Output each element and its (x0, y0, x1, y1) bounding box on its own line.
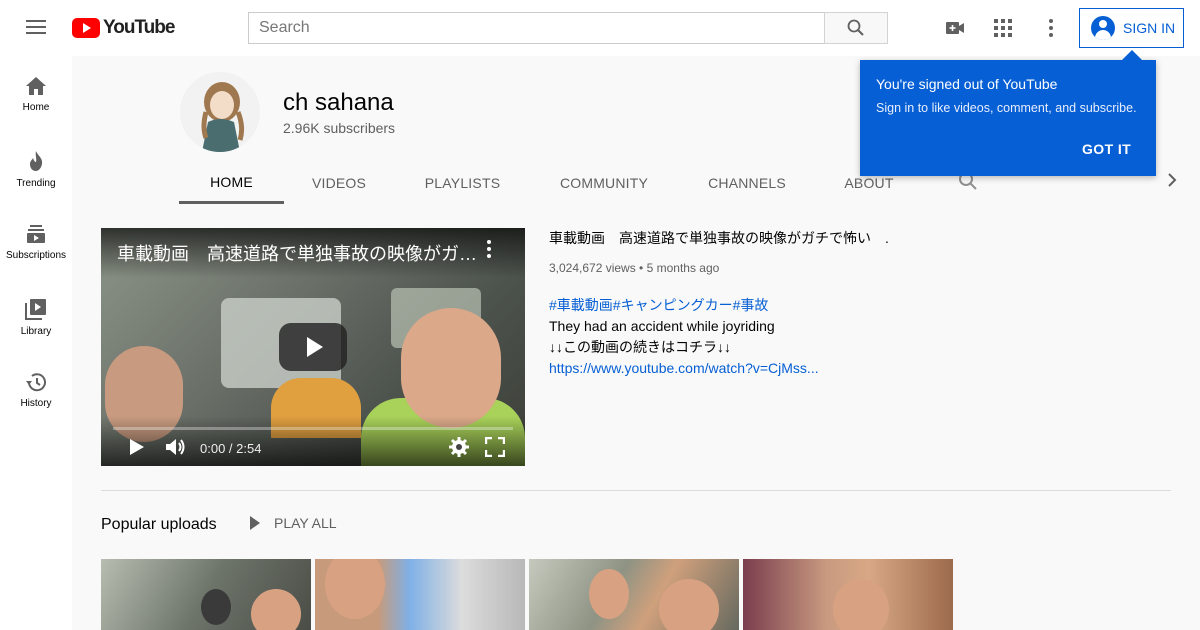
subscriptions-icon (27, 225, 45, 243)
hamburger-menu-icon[interactable] (20, 16, 52, 40)
home-icon (26, 77, 46, 95)
featured-video-description: #車載動画#キャンピングカー#事故 They had an accident w… (549, 295, 819, 379)
gear-icon[interactable] (449, 437, 469, 457)
search-button[interactable] (824, 12, 888, 44)
video-thumbnail[interactable] (101, 559, 311, 630)
youtube-logo-icon (72, 18, 100, 38)
tab-home[interactable]: HOME (179, 162, 284, 204)
sidebar-item-library[interactable]: Library (0, 278, 72, 352)
sidebar-item-label: Home (22, 102, 50, 113)
channel-avatar[interactable] (180, 72, 260, 152)
tab-channels[interactable]: CHANNELS (677, 162, 817, 204)
search-input[interactable] (248, 12, 824, 44)
account-circle-icon (1091, 16, 1115, 40)
description-line: They had an accident while joyriding (549, 318, 775, 334)
volume-icon[interactable] (165, 437, 187, 457)
sign-in-button[interactable]: SIGN IN (1079, 8, 1184, 48)
video-frame-person (401, 308, 501, 428)
apps-grid-icon[interactable] (991, 16, 1015, 40)
description-link[interactable]: https://www.youtube.com/watch?v=CjMss... (549, 360, 819, 376)
thumbnail-person (325, 559, 385, 619)
sidebar: Home Trending Subscriptions Library Hist… (0, 56, 72, 630)
thumbnail-person (833, 579, 889, 630)
sidebar-item-label: Library (20, 326, 52, 337)
video-thumbnail[interactable] (529, 559, 739, 630)
create-video-icon[interactable] (943, 16, 967, 40)
featured-video-player[interactable]: 車載動画 高速道路で単独事故の映像がガチで怖い . 0:00 / 2:54 (101, 228, 525, 466)
thumbnail-person (589, 569, 629, 619)
sidebar-item-label: History (20, 398, 52, 409)
sidebar-item-subscriptions[interactable]: Subscriptions (0, 204, 72, 278)
player-more-icon[interactable] (487, 240, 491, 258)
settings-more-icon[interactable] (1039, 16, 1063, 40)
thumbnail-person (251, 589, 301, 630)
play-icon (250, 516, 260, 530)
sidebar-item-trending[interactable]: Trending (0, 130, 72, 204)
tab-playlists[interactable]: PLAYLISTS (394, 162, 531, 204)
sidebar-item-home[interactable]: Home (0, 56, 72, 130)
popup-title: You're signed out of YouTube (876, 76, 1058, 92)
player-title[interactable]: 車載動画 高速道路で単独事故の映像がガチで怖い . (117, 240, 477, 266)
main-content: 車載動画 高速道路で単独事故の映像がガチで怖い . 0:00 / 2:54 車載… (72, 204, 1200, 630)
tab-community[interactable]: COMMUNITY (531, 162, 677, 204)
description-line: ↓↓この動画の続きはコチラ↓↓ (549, 339, 731, 355)
play-all-button[interactable]: PLAY ALL (246, 515, 337, 531)
logo-text: YouTube (103, 17, 175, 38)
sidebar-item-history[interactable]: History (0, 352, 72, 426)
youtube-logo[interactable]: YouTube (72, 17, 175, 39)
sidebar-item-label: Subscriptions (5, 250, 67, 261)
chevron-right-icon[interactable] (1164, 170, 1180, 190)
popup-subtitle: Sign in to like videos, comment, and sub… (876, 101, 1137, 115)
featured-video-meta: 3,024,672 views • 5 months ago (549, 261, 720, 275)
thumbnail-person (659, 579, 719, 630)
signed-out-popup: You're signed out of YouTube Sign in to … (860, 50, 1156, 176)
sign-in-label: SIGN IN (1123, 20, 1176, 36)
sidebar-item-label: Trending (16, 178, 56, 189)
play-all-label: PLAY ALL (274, 515, 337, 531)
hashtag-links[interactable]: #車載動画#キャンピングカー#事故 (549, 297, 768, 313)
play-icon[interactable] (129, 438, 145, 456)
time-display: 0:00 / 2:54 (200, 441, 262, 456)
fire-icon (30, 151, 43, 171)
fullscreen-icon[interactable] (485, 437, 505, 457)
section-divider (101, 490, 1171, 491)
library-icon (25, 299, 46, 320)
featured-video-title[interactable]: 車載動画 高速道路で単独事故の映像がガチで怖い . (549, 228, 889, 248)
popular-uploads-title[interactable]: Popular uploads (101, 516, 217, 534)
subscriber-count: 2.96K subscribers (283, 120, 396, 136)
got-it-button[interactable]: GOT IT (1082, 141, 1131, 157)
video-thumbnail[interactable] (315, 559, 525, 630)
thumbnail-person (201, 589, 231, 625)
search-icon (847, 19, 864, 36)
channel-tabs: HOME VIDEOS PLAYLISTS COMMUNITY CHANNELS… (179, 162, 921, 204)
history-icon (26, 373, 46, 392)
channel-name: ch sahana (283, 89, 394, 116)
tab-videos[interactable]: VIDEOS (284, 162, 394, 204)
top-bar: YouTube SIGN IN (0, 0, 1200, 56)
search-bar (248, 12, 888, 44)
video-thumbnail[interactable] (743, 559, 953, 630)
big-play-button[interactable] (279, 323, 347, 371)
progress-bar[interactable] (113, 427, 513, 430)
